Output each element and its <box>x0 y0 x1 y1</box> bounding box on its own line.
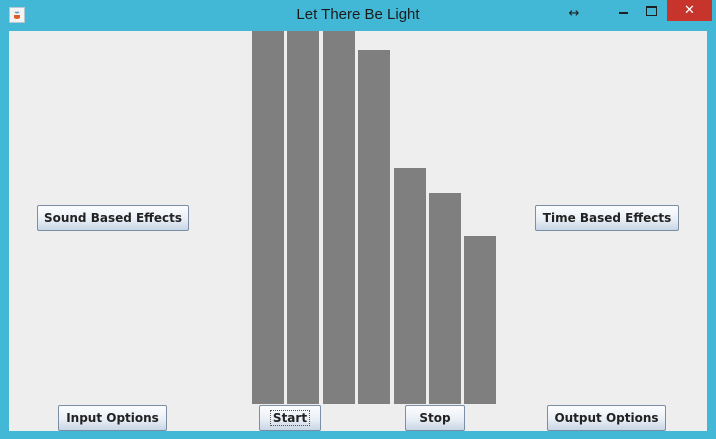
level-bar <box>252 31 284 404</box>
stop-label: Stop <box>419 411 451 425</box>
app-window: Let There Be Light ↔ ✕ Sound Based Effec… <box>0 0 716 439</box>
level-bar <box>358 50 390 404</box>
content-panel: Sound Based Effects Time Based Effects I… <box>9 31 707 431</box>
input-options-button[interactable]: Input Options <box>58 405 167 431</box>
minimize-icon <box>618 11 628 14</box>
minimize-button[interactable] <box>611 0 635 22</box>
stop-button[interactable]: Stop <box>405 405 465 431</box>
level-bar <box>464 236 496 404</box>
time-based-effects-label: Time Based Effects <box>542 211 672 225</box>
close-icon: ✕ <box>684 3 695 18</box>
title-bar[interactable]: Let There Be Light ↔ ✕ <box>0 0 716 31</box>
window-title: Let There Be Light <box>296 6 420 23</box>
level-bar <box>429 193 461 404</box>
sound-based-effects-label: Sound Based Effects <box>43 211 183 225</box>
level-bar <box>323 31 355 404</box>
start-label: Start <box>269 410 311 426</box>
output-options-label: Output Options <box>554 411 659 425</box>
level-bar <box>287 31 319 404</box>
resize-icon[interactable]: ↔ <box>562 2 586 24</box>
start-button[interactable]: Start <box>259 405 321 431</box>
output-options-button[interactable]: Output Options <box>547 405 666 431</box>
time-based-effects-button[interactable]: Time Based Effects <box>535 205 679 231</box>
sound-based-effects-button[interactable]: Sound Based Effects <box>37 205 189 231</box>
maximize-button[interactable] <box>639 0 663 22</box>
maximize-icon <box>645 6 657 16</box>
input-options-label: Input Options <box>66 411 159 425</box>
close-button[interactable]: ✕ <box>667 0 712 21</box>
level-bar <box>394 168 426 404</box>
